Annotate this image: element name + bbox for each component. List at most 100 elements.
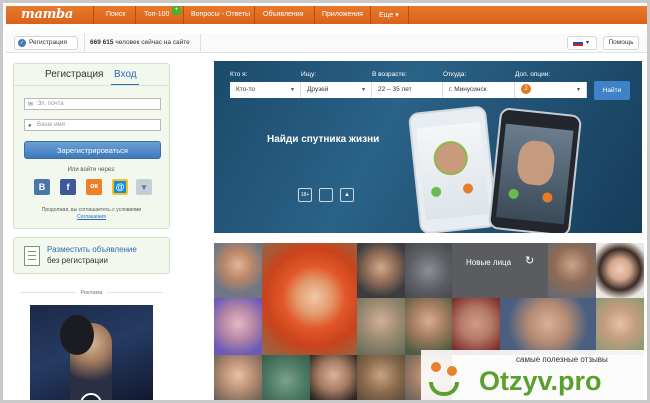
help-button[interactable]: Помощь <box>603 36 639 50</box>
options-count-badge: 2 <box>521 84 531 95</box>
facebook-login-icon[interactable]: f <box>60 179 76 195</box>
online-counter: 669 615 человек сейчас на сайте <box>90 39 190 46</box>
registration-panel: Регистрация Вход ✉ Эл. почта ● Ваше имя … <box>13 63 170 229</box>
terms-link[interactable]: Соглашения <box>77 214 106 220</box>
profile-photo[interactable] <box>214 243 262 298</box>
looking-for-label: Ищу: <box>301 71 317 78</box>
register-button[interactable]: ✓ Регистрация <box>14 36 78 50</box>
mail-icon: ✉ <box>28 102 34 108</box>
chevron-down-icon: ▾ <box>395 12 399 19</box>
divider <box>200 34 201 51</box>
location-label: Откуда: <box>443 71 467 78</box>
who-am-i-select[interactable]: Кто-то ▼ <box>230 82 301 98</box>
post-ad-title[interactable]: Разместить объявление <box>47 245 137 254</box>
divider <box>84 34 85 51</box>
profile-photo[interactable] <box>214 355 262 400</box>
register-label: Регистрация <box>29 39 67 46</box>
apple-icon[interactable] <box>319 188 333 202</box>
nav-separator <box>135 6 136 24</box>
nav-separator <box>370 6 371 24</box>
phone-illustration-right <box>487 107 583 233</box>
options-select[interactable]: 2 ▼ <box>515 82 587 98</box>
phone-illustration-left <box>407 105 499 233</box>
nav-item-ads[interactable]: Объявления <box>263 11 304 18</box>
post-ad-panel[interactable]: Разместить объявление без регистрации <box>13 237 170 274</box>
profile-photo[interactable] <box>357 298 405 355</box>
nav-separator <box>254 6 255 24</box>
odnoklassniki-login-icon[interactable]: ок <box>86 179 102 195</box>
nav-item-search[interactable]: Поиск <box>106 11 125 18</box>
document-icon <box>24 246 40 266</box>
register-submit-button[interactable]: Зарегистрироваться <box>24 141 161 159</box>
nav-separator <box>93 6 94 24</box>
who-am-i-value: Кто-то <box>236 86 255 93</box>
profile-photo[interactable] <box>596 243 644 298</box>
russian-flag-icon <box>573 40 583 46</box>
advertising-banner-image[interactable] <box>30 305 153 400</box>
nav-item-more[interactable]: Еще ▾ <box>379 11 399 19</box>
profile-photo[interactable] <box>214 298 262 355</box>
advertising-label-text: Реклама <box>76 290 107 296</box>
profile-photo[interactable] <box>357 355 405 400</box>
android-icon[interactable]: ▲ <box>340 188 354 202</box>
options-label: Доп. опции: <box>515 71 551 78</box>
browser-frame: mamba Поиск Топ-100 + Вопросы - Ответы О… <box>0 0 650 403</box>
who-am-i-label: Кто я: <box>230 71 248 78</box>
nav-separator <box>183 6 184 24</box>
name-placeholder: Ваше имя <box>37 122 65 128</box>
profile-photo[interactable] <box>310 355 357 400</box>
name-field[interactable]: ● Ваше имя <box>24 119 161 131</box>
profile-photo[interactable] <box>405 298 452 355</box>
nav-item-apps[interactable]: Приложения <box>322 11 363 18</box>
refresh-icon[interactable]: ↻ <box>525 254 534 267</box>
location-select[interactable]: г. Минусинск <box>443 82 515 98</box>
language-selector[interactable]: ▾ <box>567 36 597 50</box>
profile-photo[interactable] <box>500 298 596 355</box>
tab-login[interactable]: Вход <box>114 69 137 80</box>
terms-prefix: Продолжая, вы соглашаетесь с условиями <box>41 207 142 213</box>
mamba-logo[interactable]: mamba <box>21 7 73 22</box>
banner-slogan: Найди спутника жизни <box>267 134 380 145</box>
profile-photo-featured[interactable] <box>262 243 357 356</box>
nav-item-questions[interactable]: Вопросы - Ответы <box>191 11 250 18</box>
post-ad-subtitle: без регистрации <box>47 256 109 265</box>
more-social-icon[interactable]: ▾ <box>136 179 152 195</box>
mailru-login-icon[interactable]: @ <box>112 179 128 195</box>
profile-photo[interactable] <box>405 243 452 298</box>
looking-for-select[interactable]: Друзей ▼ <box>301 82 372 98</box>
chevron-down-icon: ▼ <box>290 87 295 93</box>
top100-badge: + <box>172 6 181 15</box>
profile-photo[interactable] <box>262 355 310 400</box>
online-count: 669 615 <box>90 39 114 46</box>
online-text: человек сейчас на сайте <box>115 39 190 46</box>
social-login-label: Или войти через: <box>67 167 116 173</box>
status-bar: ✓ Регистрация 669 615 человек сейчас на … <box>6 33 647 53</box>
chevron-down-icon: ▼ <box>576 87 581 93</box>
profile-photo[interactable] <box>548 243 596 298</box>
find-button[interactable]: Найти <box>594 81 630 100</box>
new-faces-tile[interactable]: Новые лица ↻ <box>452 243 548 298</box>
nav-item-top100[interactable]: Топ-100 <box>144 11 169 18</box>
looking-for-value: Друзей <box>307 86 329 93</box>
tab-register[interactable]: Регистрация <box>45 69 103 80</box>
profile-photo[interactable] <box>357 243 405 298</box>
chevron-down-icon: ▾ <box>586 40 590 46</box>
check-icon: ✓ <box>18 39 26 47</box>
location-value: г. Минусинск <box>449 86 487 93</box>
vk-login-icon[interactable]: В <box>34 179 50 195</box>
search-banner: Кто я: Ищу: В возрасте: Откуда: Доп. опц… <box>214 61 642 233</box>
age-value: 22 – 35 лет <box>378 86 412 93</box>
profile-photo[interactable] <box>596 298 644 355</box>
tab-underline <box>111 84 139 85</box>
figure-hair <box>60 315 94 355</box>
otzyv-watermark: самые полезные отзывы Otzyv.pro <box>421 350 647 400</box>
email-field[interactable]: ✉ Эл. почта <box>24 98 161 110</box>
otzyv-logo-icon <box>427 362 463 398</box>
top-navigation: mamba Поиск Топ-100 + Вопросы - Ответы О… <box>6 6 647 24</box>
profile-photo[interactable] <box>452 298 500 355</box>
watermark-caption: самые полезные отзывы <box>516 355 608 364</box>
nav-separator <box>408 6 409 24</box>
nav-more-label: Еще <box>379 12 394 19</box>
age-select[interactable]: 22 – 35 лет <box>372 82 443 98</box>
age-label: В возрасте: <box>372 71 407 78</box>
